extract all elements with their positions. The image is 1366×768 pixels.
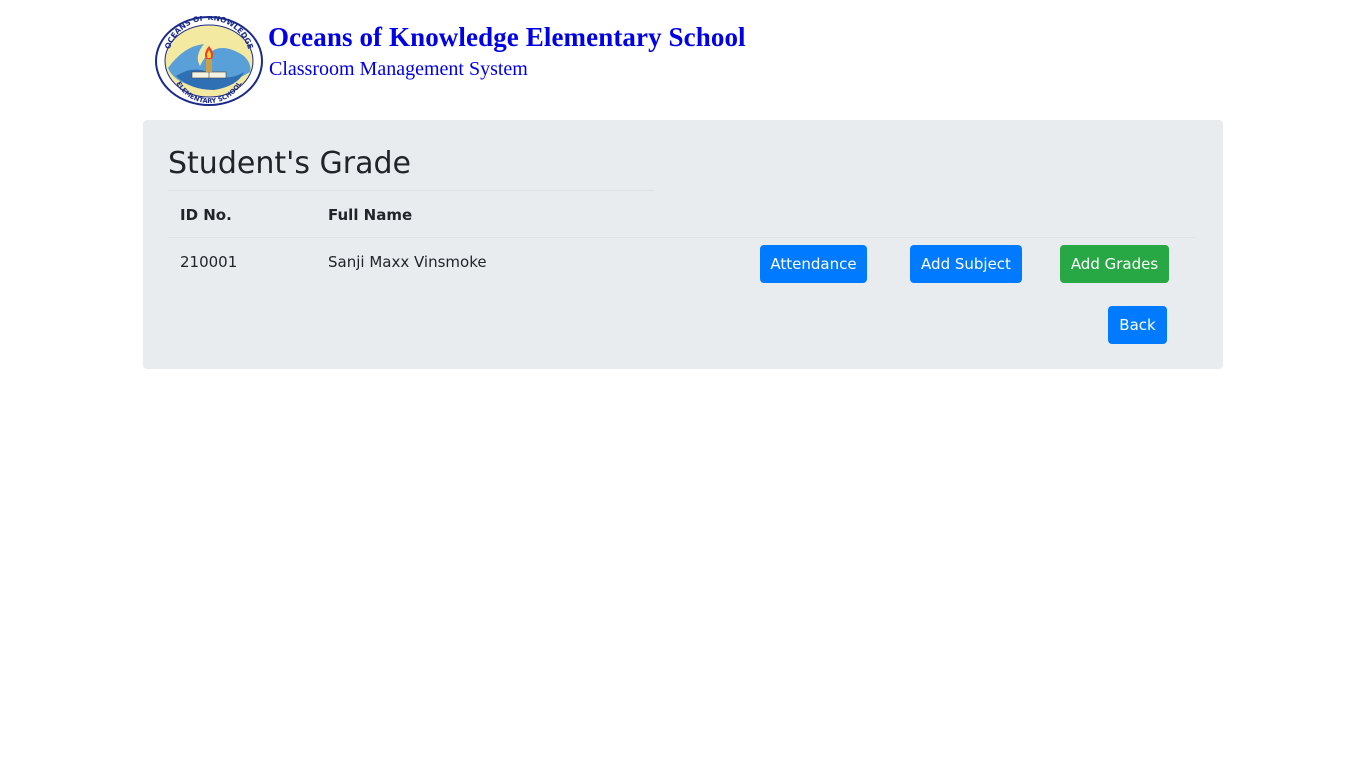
student-id-cell: 210001	[180, 253, 238, 271]
header-row-divider	[168, 237, 1196, 238]
column-header-full-name: Full Name	[328, 206, 413, 224]
title-divider	[168, 190, 654, 191]
page-title: Student's Grade	[168, 146, 411, 181]
student-name-cell: Sanji Maxx Vinsmoke	[328, 253, 487, 271]
add-subject-button[interactable]: Add Subject	[910, 245, 1022, 283]
school-logo: OCEANS OF KNOWLEDGE ELEMENTARY SCHOOL	[154, 13, 264, 106]
site-header: OCEANS OF KNOWLEDGE ELEMENTARY SCHOOL Oc…	[154, 13, 854, 108]
column-header-id: ID No.	[180, 206, 232, 224]
add-grades-button[interactable]: Add Grades	[1060, 245, 1169, 283]
attendance-button[interactable]: Attendance	[760, 245, 867, 283]
grade-panel: Student's Grade ID No. Full Name 210001 …	[143, 120, 1223, 369]
system-name: Classroom Management System	[269, 58, 528, 80]
school-name: Oceans of Knowledge Elementary School	[268, 22, 746, 52]
back-button[interactable]: Back	[1108, 306, 1167, 344]
